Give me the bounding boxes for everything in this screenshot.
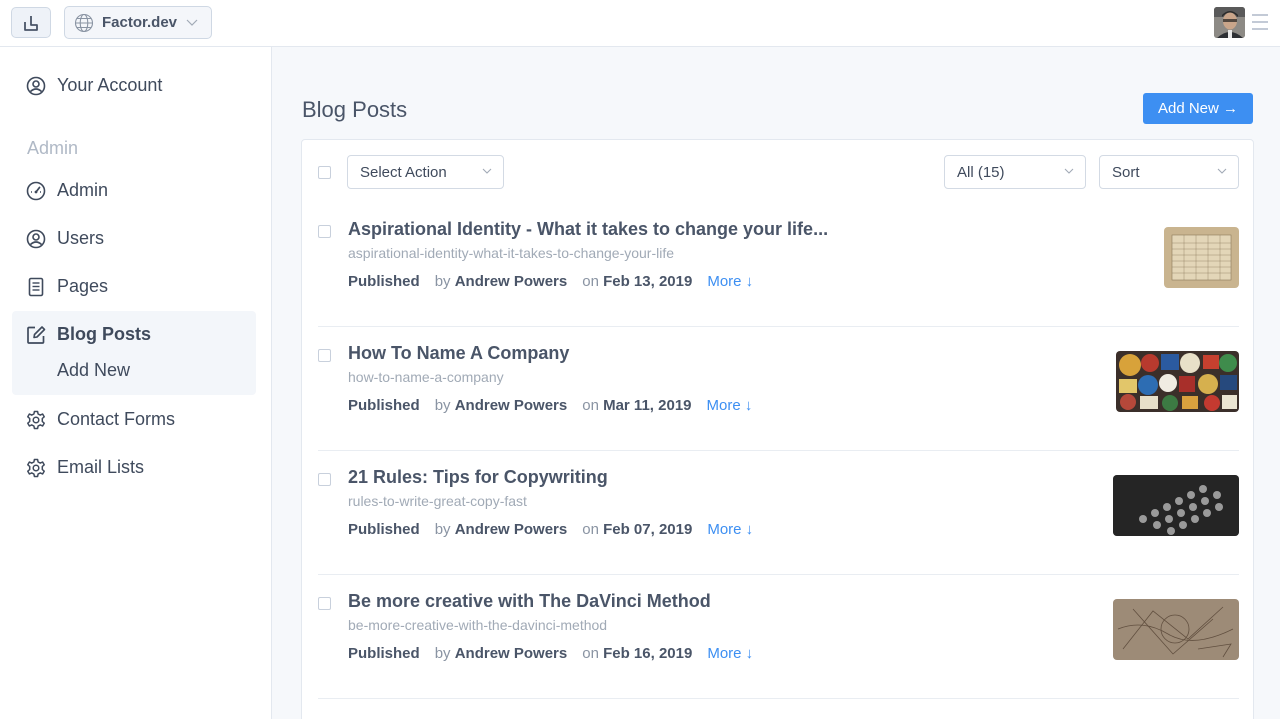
post-author: Andrew Powers [454,397,568,414]
post-status: Published [348,645,420,662]
post-date: Feb 16, 2019 [603,645,693,662]
sidebar-item-label: Pages [57,276,109,296]
post-slug: aspirational-identity-what-it-takes-to-c… [348,245,675,261]
post-title[interactable]: Aspirational Identity - What it takes to… [348,219,828,240]
post-status: Published [348,397,420,414]
factor-logo-icon [24,15,38,31]
post-date: Mar 11, 2019 [603,397,692,414]
post-on-label: on [582,521,599,538]
sort-select[interactable]: Sort [1099,155,1239,189]
post-date: Feb 07, 2019 [603,521,693,538]
sidebar-item-pages[interactable]: Pages [26,276,108,297]
site-switcher[interactable]: Factor.dev [64,6,212,39]
post-row[interactable]: 21 Rules: Tips for Copywriting rules-to-… [318,451,1239,575]
chevron-down-icon [1217,168,1227,174]
post-checkbox[interactable] [318,349,331,362]
user-circle-icon [26,229,46,249]
post-date: Feb 13, 2019 [603,273,693,290]
sidebar-item-label: Blog Posts [57,324,152,344]
globe-icon [74,13,94,32]
gear-icon [26,410,46,430]
sketch-drawing-thumbnail[interactable] [1113,599,1239,660]
hamburger-menu-icon[interactable] [1252,11,1268,33]
post-checkbox[interactable] [318,473,331,486]
chevron-down-icon [186,19,198,26]
posts-panel: Select Action All (15) Sort Aspirational… [301,139,1254,719]
sidebar: Your Account Admin Admin Users Pages Blo… [0,47,272,719]
sidebar-subitem-add-new[interactable]: Add New [57,360,130,381]
post-slug: rules-to-write-great-copy-fast [348,493,527,509]
dashboard-gauge-icon [26,181,46,201]
sidebar-item-contact-forms[interactable]: Contact Forms [26,409,175,430]
sidebar-item-label: Email Lists [57,457,145,477]
home-logo-button[interactable] [11,7,51,38]
post-on-label: on [582,273,599,290]
sidebar-item-label: Admin [57,180,109,200]
chevron-down-icon [1064,168,1074,174]
post-checkbox[interactable] [318,597,331,610]
post-author: Andrew Powers [454,521,568,538]
bulk-action-value: Select Action [360,163,447,181]
post-author: Andrew Powers [454,273,568,290]
top-bar: Factor.dev [0,0,1280,47]
post-meta: Published by Andrew Powers on Feb 16, 20… [348,645,753,662]
sort-value: Sort [1112,163,1140,181]
row-divider [318,698,1239,699]
post-on-label: on [582,397,599,414]
post-by-label: by [434,645,451,662]
document-icon [26,277,46,297]
post-meta: Published by Andrew Powers on Feb 13, 20… [348,273,753,290]
bulk-action-select[interactable]: Select Action [347,155,504,189]
post-row[interactable]: How To Name A Company how-to-name-a-comp… [318,327,1239,451]
sidebar-item-your-account[interactable]: Your Account [26,75,162,96]
post-by-label: by [434,521,451,538]
post-author: Andrew Powers [454,645,568,662]
sidebar-item-email-lists[interactable]: Email Lists [26,457,144,478]
page-title: Blog Posts [302,97,408,122]
post-status: Published [348,273,420,290]
avatar-photo [1214,7,1245,38]
post-title[interactable]: 21 Rules: Tips for Copywriting [348,467,608,488]
table-chart-paper-thumbnail[interactable] [1164,227,1239,288]
post-checkbox[interactable] [318,225,331,238]
more-link[interactable]: More ↓ [707,521,753,538]
filter-value: All (15) [957,163,1005,181]
more-link[interactable]: More ↓ [707,645,753,662]
add-new-button[interactable]: Add New → [1143,93,1253,124]
sidebar-item-label: Users [57,228,105,248]
post-status: Published [348,521,420,538]
post-meta: Published by Andrew Powers on Mar 11, 20… [348,397,752,414]
site-name: Factor.dev [102,14,178,31]
post-slug: how-to-name-a-company [348,369,504,385]
post-on-label: on [582,645,599,662]
post-by-label: by [434,397,451,414]
gear-icon [26,458,46,478]
post-row[interactable]: Aspirational Identity - What it takes to… [318,203,1239,327]
sidebar-item-label: Contact Forms [57,409,176,429]
edit-icon [26,325,46,345]
more-link[interactable]: More ↓ [707,273,753,290]
sidebar-item-admin[interactable]: Admin [26,180,108,201]
select-all-checkbox[interactable] [318,166,331,179]
post-row[interactable]: Be more creative with The DaVinci Method… [318,575,1239,699]
sidebar-item-blog-posts[interactable]: Blog Posts [26,324,151,345]
post-title[interactable]: Be more creative with The DaVinci Method [348,591,711,612]
patches-collage-thumbnail[interactable] [1116,351,1239,412]
typewriter-keys-thumbnail[interactable] [1113,475,1239,536]
avatar[interactable] [1214,7,1245,38]
user-circle-icon [26,76,46,96]
sidebar-item-users[interactable]: Users [26,228,104,249]
post-by-label: by [434,273,451,290]
more-link[interactable]: More ↓ [707,397,753,414]
post-title[interactable]: How To Name A Company [348,343,569,364]
post-slug: be-more-creative-with-the-davinci-method [348,617,608,633]
chevron-down-icon [482,168,492,174]
filter-select[interactable]: All (15) [944,155,1086,189]
post-meta: Published by Andrew Powers on Feb 07, 20… [348,521,753,538]
sidebar-item-label: Your Account [57,75,163,95]
sidebar-section-heading: Admin [27,138,79,158]
